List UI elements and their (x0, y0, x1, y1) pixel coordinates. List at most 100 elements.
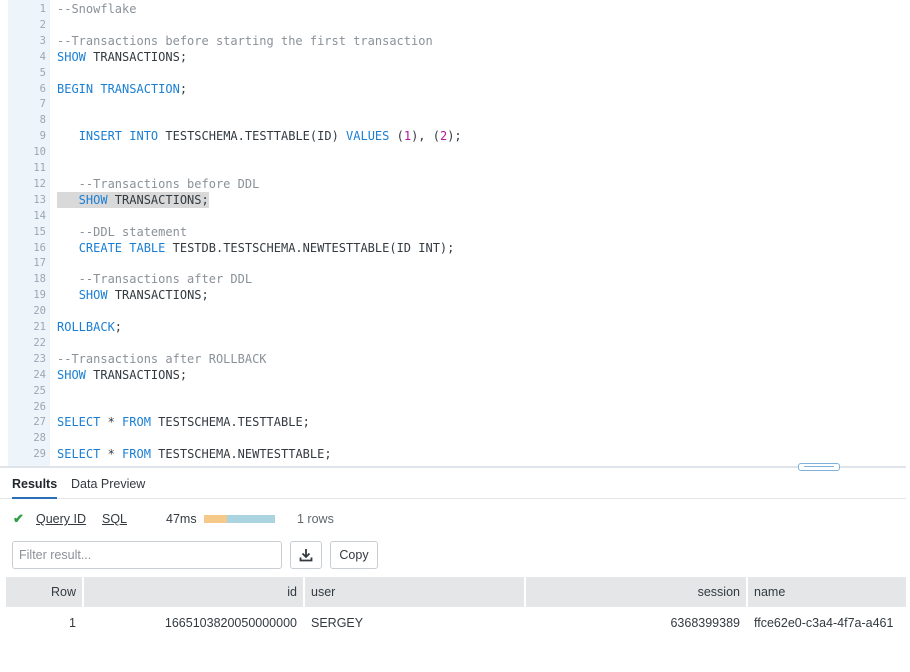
sql-token: * (100, 447, 122, 461)
panel-splitter[interactable] (0, 466, 906, 468)
row-count: 1 rows (297, 512, 334, 526)
column-header-row[interactable]: Row (6, 577, 82, 607)
sql-token: TESTSCHEMA.TESTTABLE(ID) (158, 129, 346, 143)
code-line[interactable]: 26 (0, 399, 906, 415)
filter-result-input[interactable] (12, 541, 282, 569)
code-text: --Snowflake (57, 1, 136, 17)
code-line[interactable]: 8 (0, 112, 906, 128)
sql-keyword: ROLLBACK (57, 320, 115, 334)
code-line[interactable]: 17 (0, 255, 906, 271)
sql-keyword: VALUES (346, 129, 389, 143)
results-table: Row id user session name 1 1665103820050… (6, 577, 906, 639)
code-line[interactable]: 19 SHOW TRANSACTIONS; (0, 287, 906, 303)
column-header-session[interactable]: session (526, 577, 746, 607)
sql-comment: --Transactions before starting the first… (57, 34, 433, 48)
code-line[interactable]: 7 (0, 96, 906, 112)
code-area[interactable]: 1--Snowflake23--Transactions before star… (0, 0, 906, 466)
table-cell-user[interactable]: SERGEY (305, 608, 524, 638)
code-text: SHOW TRANSACTIONS; (57, 287, 209, 303)
query-duration: 47ms (166, 512, 197, 526)
tab-results[interactable]: Results (12, 477, 57, 491)
code-line[interactable]: 27SELECT * FROM TESTSCHEMA.TESTTABLE; (0, 414, 906, 430)
sql-keyword: CREATE TABLE (79, 241, 166, 255)
line-number: 23 (8, 351, 46, 367)
line-number: 5 (8, 65, 46, 81)
code-line[interactable]: 4 SHOW TRANSACTIONS; (0, 49, 906, 65)
sql-token: TRANSACTIONS; (86, 50, 187, 64)
sql-keyword: SHOW (79, 288, 108, 302)
line-number: 8 (8, 112, 46, 128)
duration-bar (204, 515, 275, 523)
sql-token: TRANSACTIONS; (86, 368, 187, 382)
duration-bar-compile-segment (204, 515, 227, 523)
sql-token: ), ( (411, 129, 440, 143)
code-line[interactable]: 21ROLLBACK; (0, 319, 906, 335)
sql-keyword: FROM (122, 447, 151, 461)
code-text: --Transactions before starting the first… (57, 33, 433, 49)
sql-token: TESTDB.TESTSCHEMA.NEWTESTTABLE(ID INT); (165, 241, 454, 255)
column-header-id[interactable]: id (84, 577, 303, 607)
code-line[interactable]: 25 (0, 383, 906, 399)
sql-number: 1 (404, 129, 411, 143)
code-line[interactable]: 13 SHOW TRANSACTIONS; (0, 192, 906, 208)
code-line[interactable]: 18 --Transactions after DDL (0, 271, 906, 287)
code-text: SHOW TRANSACTIONS; (57, 367, 187, 383)
code-line[interactable]: 9 INSERT INTO TESTSCHEMA.TESTTABLE(ID) V… (0, 128, 906, 144)
table-cell-id[interactable]: 1665103820050000000 (84, 608, 303, 638)
sql-editor[interactable]: 1--Snowflake23--Transactions before star… (0, 0, 906, 466)
code-line[interactable]: 12 --Transactions before DDL (0, 176, 906, 192)
table-cell-name[interactable]: ffce62e0-c3a4-4f7a-a461 (748, 608, 906, 638)
code-line[interactable]: 23 --Transactions after ROLLBACK (0, 351, 906, 367)
code-line[interactable]: 20 (0, 303, 906, 319)
sql-token: TESTSCHEMA.NEWTESTTABLE; (151, 447, 332, 461)
code-line[interactable]: 15 --DDL statement (0, 224, 906, 240)
code-line[interactable]: 1 --Snowflake (0, 1, 906, 17)
sql-keyword: FROM (122, 415, 151, 429)
column-header-name[interactable]: name (748, 577, 906, 607)
code-line[interactable]: 14 (0, 208, 906, 224)
code-text: BEGIN TRANSACTION; (57, 81, 187, 97)
sql-token (57, 288, 79, 302)
code-line[interactable]: 5 (0, 65, 906, 81)
line-number: 25 (8, 383, 46, 399)
code-line[interactable]: 22 (0, 335, 906, 351)
check-icon: ✔ (13, 511, 24, 527)
code-line[interactable]: 28 (0, 430, 906, 446)
code-line[interactable]: 11 (0, 160, 906, 176)
code-text: --Transactions before DDL (57, 176, 259, 192)
download-button[interactable] (290, 541, 322, 569)
code-line[interactable]: 6 BEGIN TRANSACTION; (0, 81, 906, 97)
code-line[interactable]: 2 (0, 17, 906, 33)
results-tabs: Results Data Preview (0, 470, 906, 499)
line-number: 4 (8, 49, 46, 65)
tab-data-preview[interactable]: Data Preview (71, 477, 145, 491)
line-number: 18 (8, 271, 46, 287)
line-number: 14 (8, 208, 46, 224)
code-line[interactable]: 29SELECT * FROM TESTSCHEMA.NEWTESTTABLE; (0, 446, 906, 462)
table-cell-row[interactable]: 1 (6, 608, 82, 638)
code-line[interactable]: 3--Transactions before starting the firs… (0, 33, 906, 49)
sql-token: * (100, 415, 122, 429)
code-line[interactable]: 10 (0, 144, 906, 160)
line-number: 15 (8, 224, 46, 240)
code-text: SELECT * FROM TESTSCHEMA.NEWTESTTABLE; (57, 446, 332, 462)
line-number: 19 (8, 287, 46, 303)
line-number: 22 (8, 335, 46, 351)
code-text: ROLLBACK; (57, 319, 122, 335)
copy-button[interactable]: Copy (330, 541, 378, 569)
column-header-user[interactable]: user (305, 577, 524, 607)
code-text: SHOW TRANSACTIONS; (57, 49, 187, 65)
code-text: --Transactions after DDL (57, 271, 252, 287)
code-line[interactable]: 16 CREATE TABLE TESTDB.TESTSCHEMA.NEWTES… (0, 240, 906, 256)
sql-keyword: SHOW (57, 368, 86, 382)
code-text: --DDL statement (57, 224, 187, 240)
table-cell-session[interactable]: 6368399389 (526, 608, 746, 638)
line-number: 1 (8, 1, 46, 17)
line-number: 6 (8, 81, 46, 97)
sql-link[interactable]: SQL (102, 512, 127, 526)
query-id-link[interactable]: Query ID (36, 512, 86, 526)
code-line[interactable]: 24SHOW TRANSACTIONS; (0, 367, 906, 383)
sql-keyword: BEGIN TRANSACTION (57, 82, 180, 96)
line-number: 20 (8, 303, 46, 319)
code-text: --Transactions after ROLLBACK (57, 351, 267, 367)
